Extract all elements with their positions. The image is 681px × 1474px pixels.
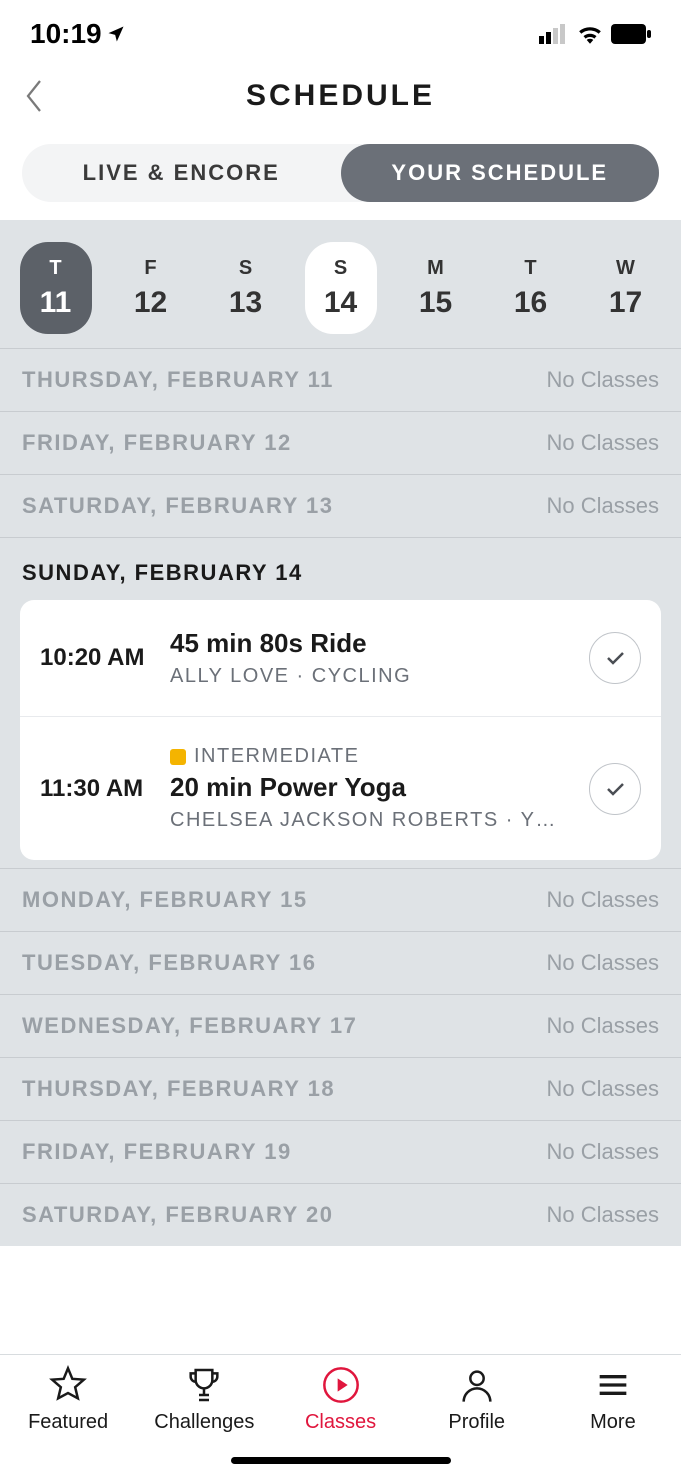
date-num: 16 [514, 286, 547, 320]
date-cell[interactable]: T 16 [483, 242, 578, 334]
tab-featured[interactable]: Featured [0, 1365, 136, 1474]
day-label: FRIDAY, FEBRUARY 12 [22, 430, 292, 456]
tab-label: More [590, 1411, 636, 1434]
day-status: No Classes [547, 367, 659, 393]
wifi-icon [577, 24, 603, 44]
day-row-empty: THURSDAY, FEBRUARY 11 No Classes [0, 348, 681, 411]
back-button[interactable] [24, 78, 44, 114]
day-label: THURSDAY, FEBRUARY 11 [22, 367, 334, 393]
day-status: No Classes [547, 1202, 659, 1228]
location-icon [106, 24, 126, 44]
class-time: 11:30 AM [40, 775, 170, 803]
day-row-empty: SATURDAY, FEBRUARY 13 No Classes [0, 474, 681, 537]
class-info: INTERMEDIATE 20 min Power Yoga CHELSEA JAC… [170, 745, 577, 832]
day-label: FRIDAY, FEBRUARY 19 [22, 1139, 292, 1165]
date-num: 11 [40, 286, 72, 320]
date-cell[interactable]: W 17 [578, 242, 673, 334]
day-row-empty: WEDNESDAY, FEBRUARY 17 No Classes [0, 994, 681, 1057]
status-icons [539, 24, 651, 44]
class-meta: CHELSEA JACKSON ROBERTS · Y… [170, 809, 577, 832]
date-dow: S [239, 257, 252, 280]
date-dow: S [334, 257, 347, 280]
tab-your-schedule[interactable]: YOUR SCHEDULE [341, 144, 660, 202]
class-meta: ALLY LOVE · CYCLING [170, 665, 577, 688]
class-row[interactable]: 11:30 AM INTERMEDIATE 20 min Power Yoga CHE… [20, 716, 661, 860]
day-status: No Classes [547, 887, 659, 913]
tab-live-encore[interactable]: LIVE & ENCORE [22, 144, 341, 202]
class-row[interactable]: 10:20 AM45 min 80s Ride ALLY LOVE · CYCLI… [20, 600, 661, 716]
tab-label: Profile [448, 1411, 505, 1434]
date-num: 14 [324, 286, 357, 320]
scheduled-check-button[interactable] [589, 632, 641, 684]
page-title: SCHEDULE [246, 79, 435, 113]
class-card: 10:20 AM45 min 80s Ride ALLY LOVE · CYCLI… [20, 600, 661, 860]
date-cell[interactable]: M 15 [388, 242, 483, 334]
day-row-empty: THURSDAY, FEBRUARY 18 No Classes [0, 1057, 681, 1120]
day-row-empty: TUESDAY, FEBRUARY 16 No Classes [0, 931, 681, 994]
menu-icon [593, 1365, 633, 1405]
class-time: 10:20 AM [40, 644, 170, 672]
class-title: 45 min 80s Ride [170, 628, 577, 659]
day-row-empty: FRIDAY, FEBRUARY 12 No Classes [0, 411, 681, 474]
day-status: No Classes [547, 493, 659, 519]
home-indicator[interactable] [231, 1457, 451, 1464]
date-dow: M [427, 257, 444, 280]
status-bar: 10:19 [0, 0, 681, 60]
day-status: No Classes [547, 1139, 659, 1165]
star-icon [48, 1365, 88, 1405]
day-label: WEDNESDAY, FEBRUARY 17 [22, 1013, 357, 1039]
tab-label: Challenges [154, 1411, 254, 1434]
class-title: 20 min Power Yoga [170, 772, 577, 803]
day-status: No Classes [547, 1013, 659, 1039]
cellular-icon [539, 24, 569, 44]
status-time: 10:19 [30, 18, 126, 50]
tab-more[interactable]: More [545, 1365, 681, 1474]
battery-icon [611, 24, 651, 44]
date-num: 15 [419, 286, 452, 320]
date-dow: W [616, 257, 635, 280]
day-header-active: SUNDAY, FEBRUARY 14 [0, 537, 681, 596]
header: SCHEDULE [0, 60, 681, 132]
level-badge-icon [170, 749, 186, 765]
day-label: SATURDAY, FEBRUARY 20 [22, 1202, 333, 1228]
day-row-empty: MONDAY, FEBRUARY 15 No Classes [0, 868, 681, 931]
tab-label: Classes [305, 1411, 376, 1434]
day-label: SATURDAY, FEBRUARY 13 [22, 493, 333, 519]
scheduled-check-button[interactable] [589, 763, 641, 815]
date-cell[interactable]: S 14 [293, 242, 388, 334]
tab-label: Featured [28, 1411, 108, 1434]
day-label: TUESDAY, FEBRUARY 16 [22, 950, 316, 976]
day-row-empty: SATURDAY, FEBRUARY 20 No Classes [0, 1183, 681, 1246]
trophy-icon [184, 1365, 224, 1405]
day-row-empty: FRIDAY, FEBRUARY 19 No Classes [0, 1120, 681, 1183]
check-icon [603, 777, 627, 801]
day-status: No Classes [547, 1076, 659, 1102]
date-num: 13 [229, 286, 262, 320]
date-dow: T [524, 257, 536, 280]
play-circle-icon [321, 1365, 361, 1405]
day-status: No Classes [547, 950, 659, 976]
date-cell[interactable]: S 13 [198, 242, 293, 334]
class-level: INTERMEDIATE [170, 745, 577, 768]
date-dow: T [49, 257, 61, 280]
check-icon [603, 646, 627, 670]
day-status: No Classes [547, 430, 659, 456]
date-num: 12 [134, 286, 167, 320]
tab-bar: Featured Challenges Classes Profile More [0, 1354, 681, 1474]
date-cell[interactable]: F 12 [103, 242, 198, 334]
day-label: THURSDAY, FEBRUARY 18 [22, 1076, 335, 1102]
segment-control: LIVE & ENCORE YOUR SCHEDULE [0, 132, 681, 220]
date-row: T 11 F 12 S 13 S 14 M 15 T 16 W 17 [0, 220, 681, 348]
chevron-left-icon [24, 78, 44, 114]
date-dow: F [144, 257, 156, 280]
day-label: MONDAY, FEBRUARY 15 [22, 887, 308, 913]
day-label: SUNDAY, FEBRUARY 14 [22, 560, 303, 586]
status-time-text: 10:19 [30, 18, 102, 50]
date-num: 17 [609, 286, 642, 320]
schedule-content: T 11 F 12 S 13 S 14 M 15 T 16 W 17 THURSDAY, FEBRUARY… [0, 220, 681, 1246]
class-info: 45 min 80s Ride ALLY LOVE · CYCLING [170, 628, 577, 688]
date-cell[interactable]: T 11 [8, 242, 103, 334]
profile-icon [457, 1365, 497, 1405]
level-text: INTERMEDIATE [194, 745, 359, 768]
